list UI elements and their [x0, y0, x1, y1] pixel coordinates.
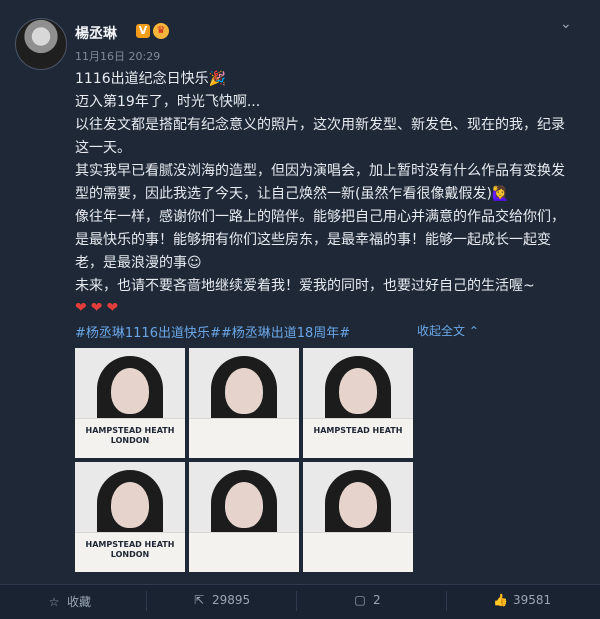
comment-button[interactable]: ▢ 2 — [353, 593, 381, 611]
collapse-text-link[interactable]: 收起全文 ⌃ — [417, 322, 479, 339]
post-text-line: 老，是最浪漫的事☺ — [75, 255, 202, 271]
comment-icon: ▢ — [354, 593, 366, 607]
hashtag-links[interactable]: #杨丞琳1116出道快乐##杨丞琳出道18周年# — [75, 322, 350, 341]
post-text-line: 是最快乐的事！能够拥有你们这些房东，是最幸福的事！能够一起成长一起变 — [75, 232, 551, 248]
post-text-line: 型的需要，因此我选了今天，让自己焕然一新(虽然乍看很像戴假发)🙋‍♀️ — [75, 186, 510, 202]
thumbs-up-icon: 👍 — [493, 593, 508, 607]
comment-count: 2 — [373, 593, 381, 607]
shirt-print-text: HAMPSTEAD HEATH LONDON — [85, 540, 175, 559]
post-photo[interactable]: HAMPSTEAD HEATH — [303, 348, 413, 458]
username[interactable]: 楊丞琳 — [75, 23, 117, 43]
post-text-line: 像往年一样，感谢你们一路上的陪伴。能够把自己用心并满意的作品交给你们， — [75, 209, 565, 225]
post-photo[interactable]: HAMPSTEAD HEATH LONDON — [75, 462, 185, 572]
divider — [446, 591, 447, 611]
post-photo[interactable] — [303, 462, 413, 572]
post-text-line: 这一天。 — [75, 140, 131, 156]
collapse-label: 收起全文 — [417, 324, 466, 338]
favorite-button[interactable]: ☆ 收藏 — [47, 593, 91, 611]
hearts-emoji: ❤❤❤ — [75, 300, 123, 316]
post-text-line: 1116出道纪念日快乐🎉 — [75, 71, 227, 87]
shirt-print-text: HAMPSTEAD HEATH — [313, 426, 403, 435]
medal-icon: ♛ — [153, 23, 169, 39]
post-text-line: 迈入第19年了，时光飞快啊... — [75, 94, 261, 110]
post-text-line: 未来，也请不要吝啬地继续爱着我！爱我的同时，也要过好自己的生活喔~ — [75, 278, 535, 294]
star-icon: ☆ — [48, 595, 60, 609]
post-photo[interactable]: HAMPSTEAD HEATH LONDON — [75, 348, 185, 458]
shirt-print-text: HAMPSTEAD HEATH LONDON — [85, 426, 175, 445]
post-text-line: 以往发文都是搭配有纪念意义的照片，这次用新发型、新发色、现在的我，纪录 — [75, 117, 565, 133]
like-button[interactable]: 👍 39581 — [493, 593, 551, 611]
chevron-up-icon: ⌃ — [468, 324, 479, 338]
post-photo[interactable] — [189, 462, 299, 572]
avatar[interactable] — [15, 18, 67, 70]
verified-badge-icon: V — [136, 24, 150, 38]
divider — [296, 591, 297, 611]
divider — [146, 591, 147, 611]
post-timestamp[interactable]: 11月16日 20:29 — [75, 48, 160, 64]
post-text-line: 其实我早已看腻没浏海的造型，但因为演唱会，加上暂时没有什么作品有变换发 — [75, 163, 565, 179]
chevron-down-icon[interactable]: ⌄ — [560, 16, 572, 32]
weibo-post-card: 楊丞琳 V ♛ 11月16日 20:29 ⌄ 1116出道纪念日快乐🎉 迈入第1… — [0, 0, 600, 619]
post-photo[interactable] — [189, 348, 299, 458]
repost-icon: ⇱ — [193, 593, 205, 607]
repost-button[interactable]: ⇱ 29895 — [192, 593, 250, 611]
repost-count: 29895 — [212, 593, 251, 607]
like-count: 39581 — [513, 593, 552, 607]
favorite-label: 收藏 — [67, 595, 92, 609]
